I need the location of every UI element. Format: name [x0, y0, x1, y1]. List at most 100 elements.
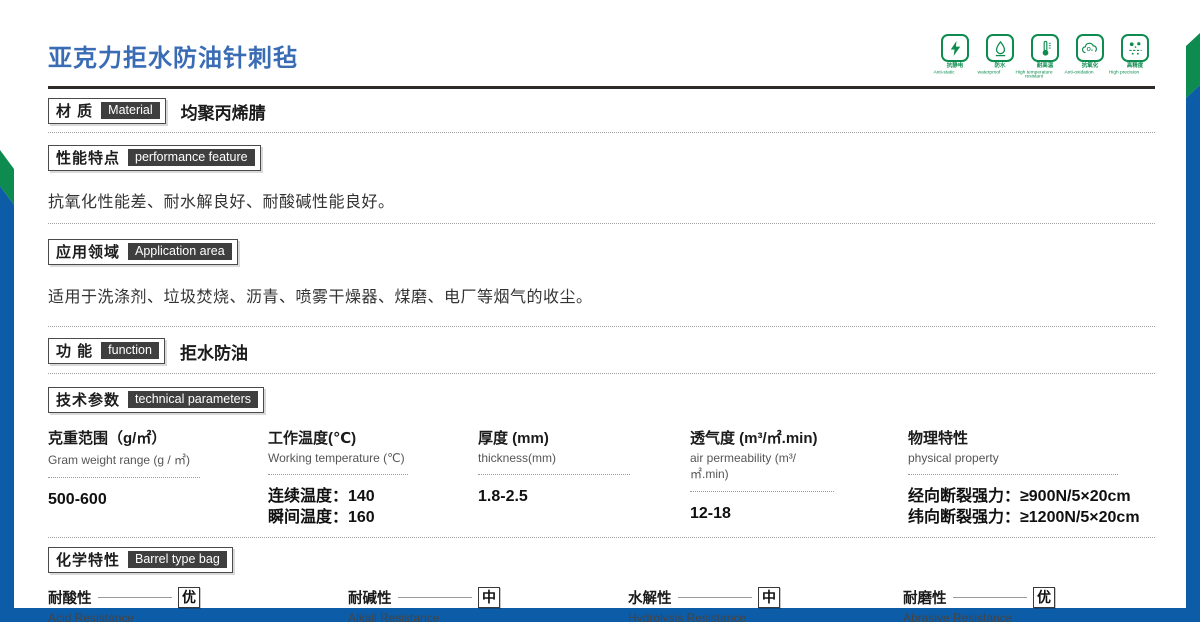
param-value-line: 500-600 [48, 489, 268, 510]
left-edge-decoration [0, 145, 14, 608]
section-title-en-badge: technical parameters [128, 391, 258, 408]
rating-badge: 优 [1033, 587, 1055, 608]
chemical-section: 化学特性 Barrel type bag 耐酸性 优 Acid Resistan… [48, 547, 1155, 622]
droplet-icon [986, 34, 1014, 62]
param-name-en: Gram weight range (g / ㎡) [48, 451, 200, 468]
param-physical-property: 物理特性 physical property 经向断裂强力：≥900N/5×20… [908, 427, 1155, 528]
param-value-line: 纬向断裂强力：≥1200N/5×20cm [908, 507, 1155, 528]
divider [48, 373, 1155, 374]
param-value: 1.8-2.5 [478, 486, 690, 507]
param-name-zh: 克重范围（g/㎡） [48, 427, 200, 448]
badge-labels: 高精度 High precision [1104, 63, 1166, 79]
section-title-en-badge: function [101, 342, 159, 359]
section-title-en-badge: Barrel type bag [128, 551, 227, 568]
param-value-line: 12-18 [690, 503, 908, 524]
function-value: 拒水防油 [180, 339, 248, 364]
connector-line [398, 597, 473, 598]
param-thickness: 厚度 (mm) thickness(mm) 1.8-2.5 [478, 427, 690, 528]
material-section: 材 质 Material 均聚丙烯腈 [48, 98, 1155, 124]
param-header: 透气度 (m³/㎡.min) air permeability (m³/㎡.mi… [690, 427, 834, 492]
param-header: 工作温度(℃) Working temperature (℃) [268, 427, 408, 475]
section-label-material: 材 质 Material [48, 98, 166, 124]
badge-label-en: High temperature resistant [1014, 70, 1054, 79]
badge-label-en: Anti-oxidation [1059, 70, 1099, 74]
chem-name-en: Alkali Resistance [348, 611, 628, 622]
function-section: 功 能 function 拒水防油 [48, 338, 1155, 364]
section-title-en-badge: Application area [128, 243, 232, 260]
param-value-line: 瞬间温度：160 [268, 507, 478, 528]
technical-section: 技术参数 technical parameters 克重范围（g/㎡） Gram… [48, 387, 1155, 528]
spec-sheet-page: 亚克力拒水防油针刺毡 抗静电 Anti-static 防水 waterproof [0, 0, 1200, 622]
param-value-line: 连续温度：140 [268, 486, 478, 507]
divider [48, 326, 1155, 327]
section-title-en-badge: Material [101, 102, 159, 119]
chem-abrasive-resistance: 耐磨性 优 Abrasive Resistance [903, 587, 1155, 622]
divider [48, 537, 1155, 538]
chem-name-zh: 水解性 [628, 587, 672, 608]
divider [48, 132, 1155, 133]
param-value-line: 经向断裂强力：≥900N/5×20cm [908, 486, 1155, 507]
connector-line [678, 597, 753, 598]
section-label-application: 应用领域 Application area [48, 239, 238, 265]
precision-dots-icon [1121, 34, 1149, 62]
chem-name-row: 水解性 中 [628, 587, 780, 608]
parameters-table: 克重范围（g/㎡） Gram weight range (g / ㎡) 500-… [48, 427, 1155, 528]
param-name-zh: 工作温度(℃) [268, 427, 408, 448]
param-name-zh: 物理特性 [908, 427, 1118, 448]
connector-line [953, 597, 1028, 598]
param-name-zh: 厚度 (mm) [478, 427, 630, 448]
section-title-zh: 性能特点 [56, 147, 120, 168]
badge-anti-static: 抗静电 Anti-static [935, 34, 975, 88]
param-value: 12-18 [690, 503, 908, 524]
section-title-zh: 功 能 [56, 340, 93, 361]
chem-name-en: Acid Resistance [48, 611, 348, 622]
param-name-en: thickness(mm) [478, 451, 630, 465]
param-air-permeability: 透气度 (m³/㎡.min) air permeability (m³/㎡.mi… [690, 427, 908, 528]
badge-label-en: Anti-static [924, 70, 964, 74]
param-header: 物理特性 physical property [908, 427, 1118, 475]
section-label-performance: 性能特点 performance feature [48, 145, 261, 171]
chem-alkali-resistance: 耐碱性 中 Alkali Resistance [348, 587, 628, 622]
chem-name-zh: 耐碱性 [348, 587, 392, 608]
section-title-zh: 技术参数 [56, 389, 120, 410]
badge-label-en: waterproof [969, 70, 1009, 74]
param-value: 500-600 [48, 489, 268, 510]
performance-text: 抗氧化性能差、耐水解良好、耐酸碱性能良好。 [48, 188, 1155, 212]
chem-name-row: 耐碱性 中 [348, 587, 500, 608]
chem-name-zh: 耐酸性 [48, 587, 92, 608]
param-value: 连续温度：140 瞬间温度：160 [268, 486, 478, 528]
badge-label-zh: 耐高温 [1028, 63, 1062, 67]
certification-badges: 抗静电 Anti-static 防水 waterproof 耐高温 [935, 34, 1155, 88]
application-section: 应用领域 Application area 适用于洗涤剂、垃圾焚烧、沥青、喷雾干… [48, 239, 1155, 307]
badge-label-zh: 高精度 [1118, 63, 1152, 67]
badge-label-zh: 抗静电 [938, 63, 972, 67]
cloud-o2-icon: O₂ [1076, 34, 1104, 62]
section-title-zh: 应用领域 [56, 241, 120, 262]
chem-name-row: 耐磨性 优 [903, 587, 1055, 608]
chem-name-en: Abrasive Resistance [903, 611, 1155, 622]
param-name-en: air permeability (m³/㎡.min) [690, 451, 834, 482]
rating-badge: 优 [178, 587, 200, 608]
thermometer-icon [1031, 34, 1059, 62]
material-value: 均聚丙烯腈 [181, 99, 266, 124]
param-name-zh: 透气度 (m³/㎡.min) [690, 427, 834, 448]
chem-name-zh: 耐磨性 [903, 587, 947, 608]
section-label-chemical: 化学特性 Barrel type bag [48, 547, 233, 573]
chem-name-en: Hydrolysis Resistance [628, 611, 903, 622]
badge-high-precision: 高精度 High precision [1115, 34, 1155, 88]
performance-section: 性能特点 performance feature 抗氧化性能差、耐水解良好、耐酸… [48, 145, 1155, 212]
chemical-ratings: 耐酸性 优 Acid Resistance 耐碱性 中 Alkali Resis… [48, 587, 1155, 622]
connector-line [98, 597, 173, 598]
rating-badge: 中 [478, 587, 500, 608]
lightning-icon [941, 34, 969, 62]
param-name-en: physical property [908, 451, 1118, 465]
section-title-zh: 材 质 [56, 100, 93, 121]
badge-label-zh: 抗氧化 [1073, 63, 1107, 67]
badge-high-temperature: 耐高温 High temperature resistant [1025, 34, 1065, 88]
param-gram-weight: 克重范围（g/㎡） Gram weight range (g / ㎡) 500-… [48, 427, 268, 528]
section-title-en-badge: performance feature [128, 149, 255, 166]
chem-acid-resistance: 耐酸性 优 Acid Resistance [48, 587, 348, 622]
param-header: 厚度 (mm) thickness(mm) [478, 427, 630, 475]
param-header: 克重范围（g/㎡） Gram weight range (g / ㎡) [48, 427, 200, 478]
right-edge-decoration [1186, 30, 1200, 622]
